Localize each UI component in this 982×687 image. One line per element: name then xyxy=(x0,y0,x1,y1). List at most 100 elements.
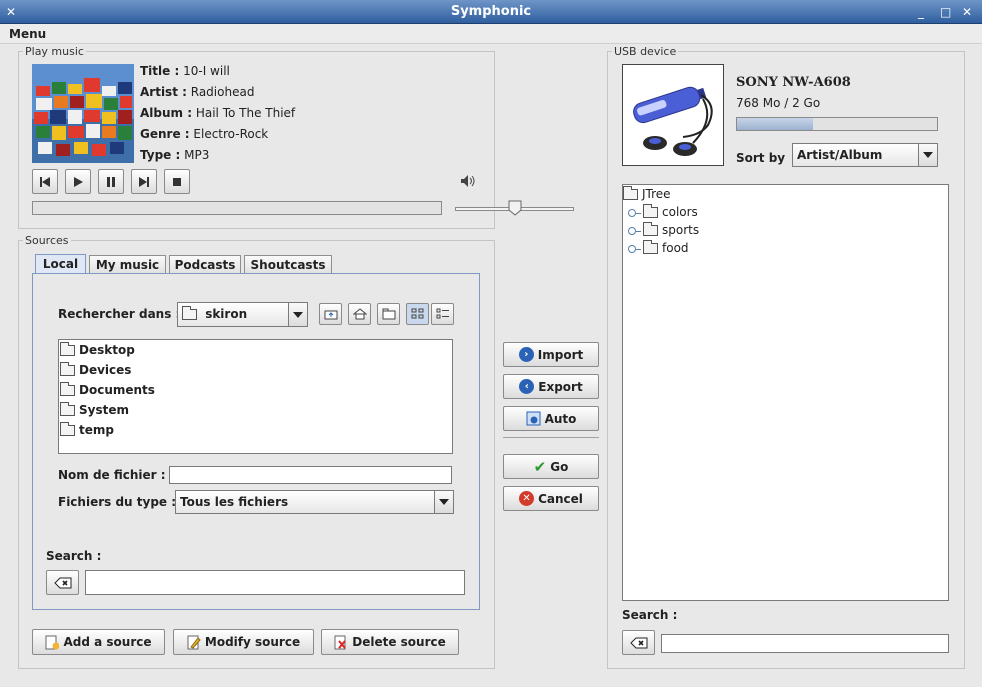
modify-source-button[interactable]: Modify source xyxy=(173,629,314,655)
artist-value: Radiohead xyxy=(190,85,255,99)
list-item[interactable]: Documents xyxy=(60,382,155,397)
tree-root-label: JTree xyxy=(642,187,671,201)
up-folder-icon xyxy=(324,310,337,320)
up-folder-button[interactable] xyxy=(319,303,342,325)
file-name: Desktop xyxy=(79,343,135,357)
chevron-down-icon[interactable] xyxy=(288,303,307,326)
go-label: Go xyxy=(550,459,569,474)
volume-icon xyxy=(460,174,476,191)
volume-slider[interactable] xyxy=(455,200,575,216)
sources-clear-search-button[interactable] xyxy=(46,570,79,595)
file-name: temp xyxy=(79,423,114,437)
folder-icon xyxy=(60,422,75,436)
chevron-down-icon[interactable] xyxy=(434,491,453,513)
export-button[interactable]: ‹ Export xyxy=(503,374,599,399)
volume-slider-thumb[interactable] xyxy=(508,200,522,216)
go-button[interactable]: ✔ Go xyxy=(503,454,599,479)
pause-button[interactable] xyxy=(98,169,124,194)
next-button[interactable] xyxy=(131,169,157,194)
maximize-icon[interactable]: □ xyxy=(940,0,951,24)
album-row: Album : Hail To The Thief xyxy=(140,106,295,120)
list-item[interactable]: temp xyxy=(60,422,114,437)
add-source-button[interactable]: Add a source xyxy=(32,629,165,655)
sources-search-input[interactable] xyxy=(85,570,465,595)
device-capacity: 768 Mo / 2 Go xyxy=(736,96,821,110)
artist-row: Artist : Radiohead xyxy=(140,85,254,99)
genre-row: Genre : Electro-Rock xyxy=(140,127,268,141)
home-icon xyxy=(352,308,367,320)
tab-my-music[interactable]: My music xyxy=(89,255,166,274)
details-view-button[interactable] xyxy=(431,303,454,325)
sort-by-combo[interactable]: Artist/Album xyxy=(792,143,938,167)
expand-icon[interactable] xyxy=(628,244,641,253)
title-label: Title : xyxy=(140,64,180,78)
import-button[interactable]: › Import xyxy=(503,342,599,367)
arrow-right-icon: › xyxy=(518,347,534,362)
cancel-button[interactable]: ✕ Cancel xyxy=(503,486,599,511)
folder-icon xyxy=(60,402,75,416)
look-in-combo[interactable]: skiron xyxy=(177,302,308,327)
delete-source-button[interactable]: Delete source xyxy=(321,629,459,655)
stop-icon xyxy=(173,177,181,186)
auto-button[interactable]: Auto xyxy=(503,406,599,431)
minimize-icon[interactable]: _ xyxy=(918,0,924,24)
type-row: Type : MP3 xyxy=(140,148,209,162)
device-image xyxy=(622,64,724,166)
device-usage-fill xyxy=(737,118,813,130)
list-item[interactable]: System xyxy=(60,402,129,417)
type-label: Type : xyxy=(140,148,181,162)
clear-icon xyxy=(629,637,647,648)
list-item[interactable]: Devices xyxy=(60,362,132,377)
cancel-label: Cancel xyxy=(538,491,583,506)
close-icon[interactable]: ✕ xyxy=(962,0,972,24)
chevron-down-icon[interactable] xyxy=(918,144,937,166)
list-view-button[interactable] xyxy=(406,303,429,325)
app-icon: ✕ xyxy=(6,5,17,19)
list-item[interactable]: Desktop xyxy=(60,342,135,357)
genre-value: Electro-Rock xyxy=(193,127,269,141)
tab-shoutcasts[interactable]: Shoutcasts xyxy=(244,255,332,274)
filename-field[interactable] xyxy=(169,466,452,484)
tab-local[interactable]: Local xyxy=(35,254,86,274)
device-usage-bar xyxy=(736,117,938,131)
expand-icon[interactable] xyxy=(628,208,641,217)
tab-podcasts[interactable]: Podcasts xyxy=(169,255,241,274)
file-name: Devices xyxy=(79,363,132,377)
filename-label: Nom de fichier : xyxy=(58,468,166,482)
tree-item-food[interactable]: food xyxy=(628,240,689,255)
menu-item[interactable]: Menu xyxy=(9,27,46,41)
pause-icon xyxy=(107,176,115,187)
play-button[interactable] xyxy=(65,169,91,194)
new-folder-button[interactable] xyxy=(377,303,400,325)
clear-icon xyxy=(53,577,71,588)
auto-label: Auto xyxy=(544,411,577,426)
add-source-label: Add a source xyxy=(63,635,152,649)
home-button[interactable] xyxy=(348,303,371,325)
usb-clear-search-button[interactable] xyxy=(622,630,655,655)
tree-root[interactable]: JTree xyxy=(623,186,671,201)
album-label: Album : xyxy=(140,106,193,120)
previous-button[interactable] xyxy=(32,169,58,194)
look-in-label: Rechercher dans : xyxy=(58,307,181,321)
tree-item-sports[interactable]: sports xyxy=(628,222,699,237)
filetype-combo[interactable]: Tous les fichiers xyxy=(175,490,454,514)
title-value: 10-I will xyxy=(183,64,230,78)
sort-by-label: Sort by xyxy=(736,151,786,165)
import-label: Import xyxy=(537,347,584,362)
stop-button[interactable] xyxy=(164,169,190,194)
sort-by-value: Artist/Album xyxy=(797,148,883,162)
tree-item-label: colors xyxy=(662,205,698,219)
artist-label: Artist : xyxy=(140,85,187,99)
list-view-icon xyxy=(411,308,423,319)
sources-legend: Sources xyxy=(25,234,69,247)
expand-icon[interactable] xyxy=(628,226,641,235)
usb-search-input[interactable] xyxy=(661,634,949,653)
modify-source-label: Modify source xyxy=(204,635,301,649)
menubar: Menu xyxy=(0,24,982,44)
details-view-icon xyxy=(436,308,449,319)
tree-item-label: food xyxy=(662,241,689,255)
tree-item-colors[interactable]: colors xyxy=(628,204,698,219)
playback-progress-bar[interactable] xyxy=(32,201,442,215)
file-name: Documents xyxy=(79,383,155,397)
album-value: Hail To The Thief xyxy=(195,106,296,120)
